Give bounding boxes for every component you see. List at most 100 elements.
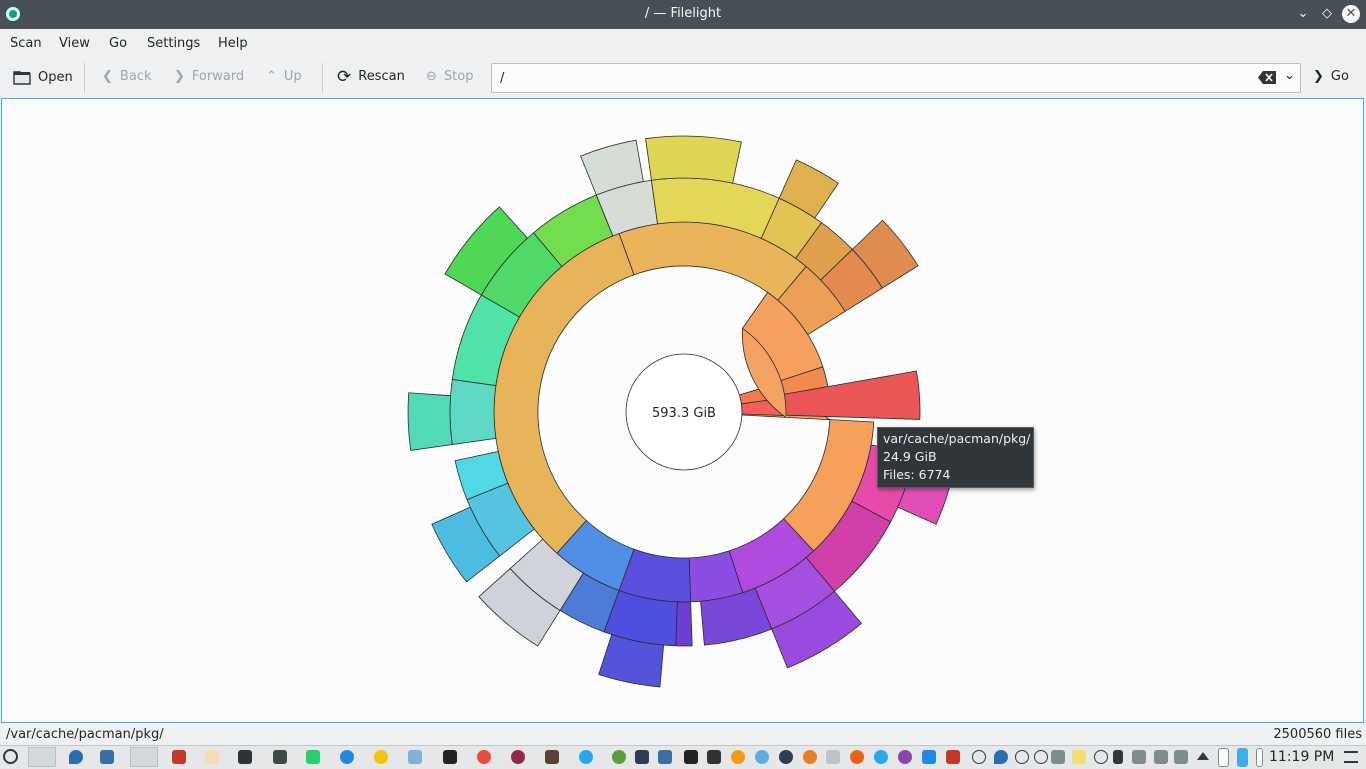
terminal-icon[interactable] (684, 750, 698, 764)
task-app-icon[interactable] (755, 750, 769, 764)
task-app-icon[interactable] (545, 750, 559, 764)
tray-icon[interactable] (1154, 750, 1168, 764)
opera-icon[interactable] (477, 750, 491, 764)
clipboard-icon[interactable] (1174, 750, 1188, 764)
radial-map-view[interactable]: 593.3 GiB (1, 98, 1364, 723)
clear-text-icon[interactable] (1258, 71, 1276, 84)
clock[interactable]: 11:19 PM (1269, 749, 1334, 765)
menu-icon[interactable] (1344, 751, 1358, 763)
menu-bar: Scan View Go Settings Help (0, 29, 1366, 59)
task-app-icon[interactable] (374, 750, 388, 764)
volume-icon[interactable] (1113, 750, 1123, 764)
task-app-icon[interactable] (779, 750, 793, 764)
up-button[interactable]: ⌃ Up (266, 69, 302, 84)
window-title: / — Filelight (644, 6, 722, 21)
go-arrow-icon: ❯ (1313, 69, 1324, 84)
tray-icon[interactable] (1051, 750, 1065, 764)
task-app-icon[interactable] (340, 750, 354, 764)
task-app-icon[interactable] (922, 750, 936, 764)
task-app-icon[interactable] (707, 750, 721, 764)
tooltip-size: 24.9 GiB (883, 449, 937, 464)
tray-icon[interactable] (1034, 750, 1048, 764)
app-launcher-icon[interactable] (3, 749, 18, 764)
minimize-icon[interactable]: ⌄ (1294, 5, 1312, 23)
task-app-icon[interactable] (946, 750, 960, 764)
go-label: Go (1330, 69, 1349, 84)
task-app-icon[interactable] (731, 750, 745, 764)
folder-open-icon (13, 71, 31, 85)
up-label: Up (283, 69, 302, 84)
chevron-down-icon[interactable]: ⌄ (1284, 68, 1295, 83)
chevron-up-icon: ⌃ (266, 69, 277, 84)
open-label: Open (38, 69, 73, 85)
taskbar: 11:19 PM (0, 745, 1366, 769)
notes-icon[interactable] (1072, 750, 1086, 764)
open-button[interactable]: Open (13, 69, 73, 85)
stop-button[interactable]: ⊖ Stop (426, 69, 473, 84)
task-app-icon[interactable] (803, 750, 817, 764)
telegram-icon[interactable] (874, 750, 888, 764)
menu-help[interactable]: Help (218, 36, 248, 51)
pager-desktop-3[interactable] (1256, 748, 1263, 767)
toolbar-separator (322, 63, 323, 93)
task-app-icon[interactable] (443, 750, 457, 764)
menu-view[interactable]: View (59, 36, 90, 51)
task-app-icon[interactable] (826, 750, 840, 764)
terminal-icon[interactable] (238, 750, 252, 764)
firefox-icon[interactable] (850, 750, 864, 764)
location-bar: ⌄ (491, 63, 1301, 93)
telegram-icon[interactable] (579, 750, 593, 764)
task-app-icon[interactable] (306, 750, 320, 764)
task-app-icon[interactable] (273, 750, 287, 764)
menu-settings[interactable]: Settings (147, 36, 200, 51)
task-app-icon[interactable] (205, 750, 219, 764)
radial-map[interactable]: 593.3 GiB (2, 99, 1363, 722)
tray-icon[interactable] (1094, 750, 1108, 764)
mail-icon[interactable] (100, 750, 114, 764)
tray-icon[interactable] (1015, 750, 1029, 764)
refresh-icon: ⟳ (337, 66, 352, 87)
task-filelight[interactable] (130, 747, 158, 767)
stop-icon: ⊖ (426, 69, 437, 84)
location-input[interactable] (498, 68, 1242, 88)
subdirectory-segment[interactable] (675, 601, 693, 647)
stop-label: Stop (443, 69, 474, 84)
maximize-icon[interactable]: ◇ (1318, 5, 1336, 23)
task-app-icon[interactable] (898, 750, 912, 764)
subdirectory-segment[interactable] (449, 378, 497, 446)
tray-icon[interactable] (972, 750, 986, 764)
go-button[interactable]: ❯ Go (1313, 69, 1349, 84)
back-label: Back (119, 69, 152, 84)
task-app-1[interactable] (28, 747, 56, 767)
subdirectory-segment[interactable] (645, 135, 742, 184)
task-app-icon[interactable] (408, 750, 422, 764)
task-app-icon[interactable] (69, 750, 83, 764)
status-path: /var/cache/pacman/pkg/ (6, 727, 164, 742)
file-tooltip: var/cache/pacman/pkg/ 24.9 GiB Files: 67… (877, 427, 1034, 488)
tray-icon[interactable] (994, 750, 1008, 764)
title-bar: / — Filelight ⌄ ◇ ✕ (0, 0, 1366, 29)
tooltip-files: Files: 6774 (883, 467, 951, 482)
back-button[interactable]: ❮ Back (102, 69, 151, 84)
subdirectory-segment[interactable] (407, 392, 453, 451)
forward-label: Forward (191, 69, 245, 84)
menu-go[interactable]: Go (109, 36, 127, 51)
status-bar: /var/cache/pacman/pkg/ 2500560 files (0, 724, 1366, 745)
rescan-button[interactable]: ⟳ Rescan (337, 66, 405, 87)
mail-icon[interactable] (658, 750, 672, 764)
center-size-label: 593.3 GiB (652, 406, 716, 421)
task-app-icon[interactable] (172, 750, 186, 764)
task-app-icon[interactable] (612, 750, 626, 764)
toolbar-separator (84, 63, 85, 93)
tooltip-path: var/cache/pacman/pkg/ (883, 431, 1031, 446)
tray-icon[interactable] (1132, 750, 1146, 764)
show-hidden-icon[interactable] (1197, 752, 1209, 760)
forward-button[interactable]: ❯ Forward (174, 69, 244, 84)
task-app-icon[interactable] (635, 750, 649, 764)
pager-desktop-2[interactable] (1237, 748, 1248, 767)
task-app-icon[interactable] (511, 750, 525, 764)
menu-scan[interactable]: Scan (10, 36, 42, 51)
close-icon[interactable]: ✕ (1342, 5, 1360, 23)
main-toolbar: Open ❮ Back ❯ Forward ⌃ Up ⟳ Rescan ⊖ St… (0, 59, 1366, 97)
pager-desktop-1[interactable] (1218, 748, 1229, 767)
